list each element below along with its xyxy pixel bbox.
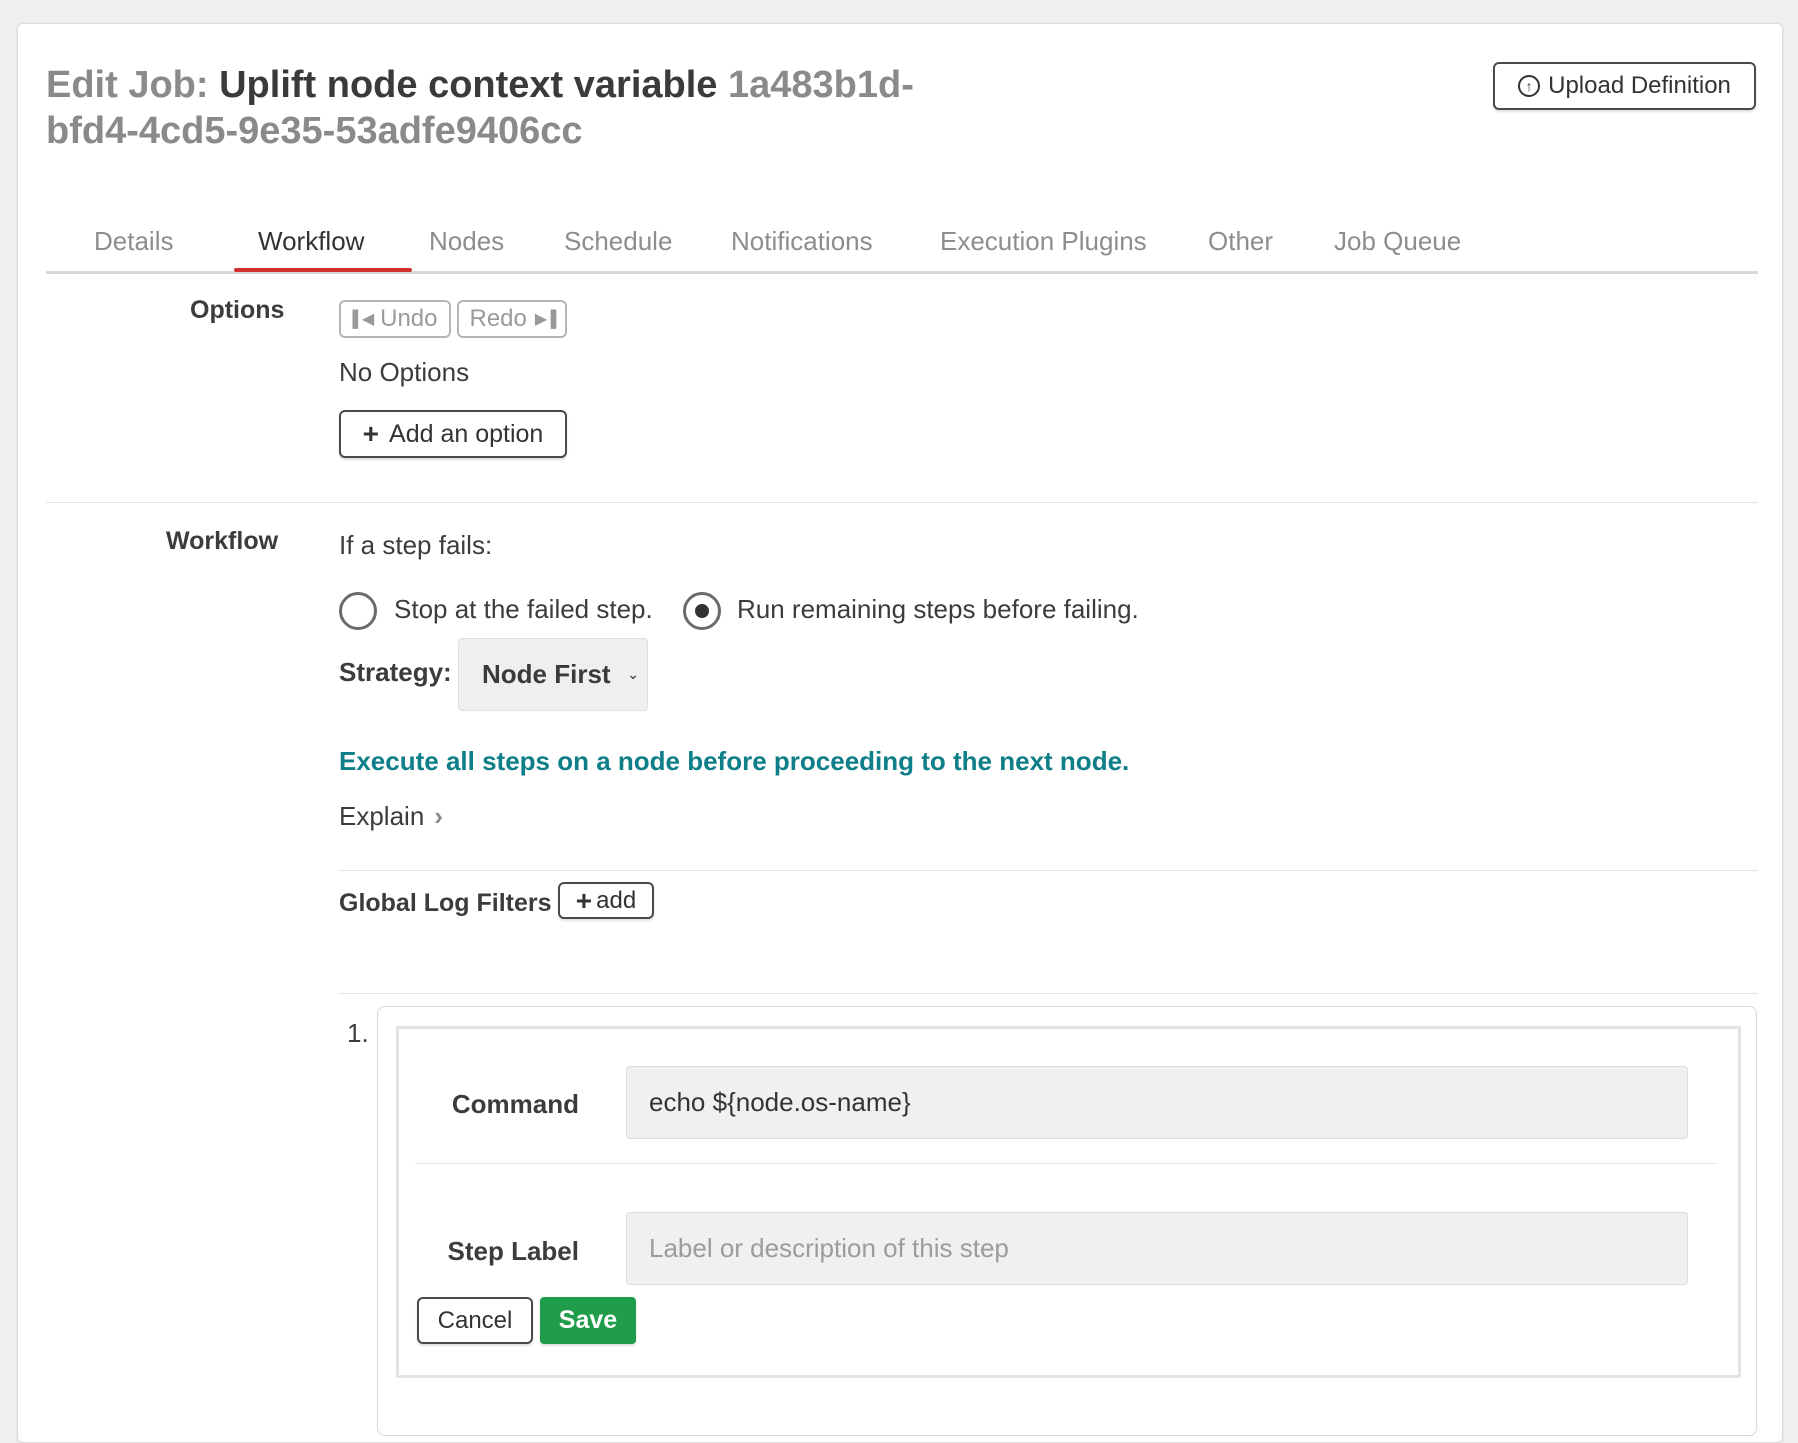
upload-icon: ↑ bbox=[1518, 75, 1541, 97]
options-label: Options bbox=[190, 296, 285, 324]
tab-schedule[interactable]: Schedule bbox=[564, 226, 672, 257]
tab-workflow[interactable]: Workflow bbox=[258, 226, 364, 257]
add-log-filter-button[interactable]: + add bbox=[558, 882, 654, 919]
save-button[interactable]: Save bbox=[540, 1297, 636, 1344]
cancel-button[interactable]: Cancel bbox=[417, 1297, 533, 1344]
title-prefix: Edit Job: bbox=[46, 64, 209, 106]
workflow-divider bbox=[339, 870, 1758, 871]
redo-button[interactable]: Redo ▶▐ bbox=[457, 300, 567, 338]
filters-divider bbox=[339, 993, 1758, 994]
tab-bar: Details Workflow Nodes Schedule Notifica… bbox=[46, 204, 1758, 274]
tab-nodes[interactable]: Nodes bbox=[429, 226, 504, 257]
command-label: Command bbox=[451, 1089, 579, 1119]
explain-label: Explain bbox=[339, 801, 425, 831]
step-label-label: Step Label bbox=[447, 1236, 579, 1266]
add-option-label: Add an option bbox=[389, 419, 544, 448]
strategy-select[interactable]: Node First ⌄ bbox=[458, 638, 648, 711]
job-name: Uplift node context variable bbox=[219, 64, 718, 106]
tab-notifications[interactable]: Notifications bbox=[731, 226, 873, 257]
page-title: Edit Job: Uplift node context variable 1… bbox=[46, 62, 1006, 154]
plus-icon: + bbox=[575, 884, 593, 916]
undo-label: Undo bbox=[380, 305, 438, 332]
step-editor: Command Step Label Cancel Save bbox=[377, 1006, 1757, 1436]
chevron-right-icon: › bbox=[434, 801, 443, 831]
add-log-filter-label: add bbox=[596, 886, 637, 914]
fail-prompt: If a step fails: bbox=[339, 530, 493, 560]
tab-execution-plugins[interactable]: Execution Plugins bbox=[940, 226, 1147, 257]
no-options-text: No Options bbox=[339, 357, 470, 387]
radio-run-label: Run remaining steps before failing. bbox=[737, 594, 1139, 624]
strategy-label: Strategy: bbox=[339, 657, 452, 687]
radio-run-remaining[interactable] bbox=[683, 592, 721, 630]
tab-job-queue[interactable]: Job Queue bbox=[1334, 226, 1461, 257]
undo-button[interactable]: ▌◀ Undo bbox=[339, 300, 451, 338]
section-divider bbox=[46, 502, 1758, 503]
job-edit-card: Edit Job: Uplift node context variable 1… bbox=[17, 23, 1783, 1443]
step-field-divider bbox=[415, 1163, 1717, 1164]
tab-other[interactable]: Other bbox=[1208, 226, 1273, 257]
active-tab-indicator bbox=[234, 268, 412, 272]
skip-forward-icon: ▶▐ bbox=[534, 311, 557, 328]
tab-details[interactable]: Details bbox=[94, 226, 173, 257]
explain-toggle[interactable]: Explain › bbox=[339, 801, 443, 832]
workflow-label: Workflow bbox=[166, 527, 279, 555]
radio-stop-on-failure[interactable] bbox=[339, 592, 377, 630]
step-label-input[interactable] bbox=[626, 1212, 1688, 1285]
strategy-description: Execute all steps on a node before proce… bbox=[339, 746, 1130, 776]
redo-label: Redo bbox=[469, 305, 527, 332]
global-log-filters-label: Global Log Filters bbox=[339, 889, 552, 917]
skip-back-icon: ▌◀ bbox=[352, 311, 374, 328]
upload-definition-button[interactable]: ↑ Upload Definition bbox=[1493, 62, 1756, 110]
step-editor-inner: Command Step Label Cancel Save bbox=[396, 1026, 1741, 1378]
chevron-down-icon: ⌄ bbox=[627, 666, 639, 682]
plus-icon: + bbox=[362, 418, 380, 449]
add-option-button[interactable]: + Add an option bbox=[339, 410, 567, 458]
upload-definition-label: Upload Definition bbox=[1548, 72, 1731, 99]
strategy-value: Node First bbox=[482, 659, 611, 689]
command-input[interactable] bbox=[626, 1066, 1688, 1139]
step-number: 1. bbox=[347, 1018, 369, 1048]
radio-stop-label: Stop at the failed step. bbox=[394, 594, 653, 624]
